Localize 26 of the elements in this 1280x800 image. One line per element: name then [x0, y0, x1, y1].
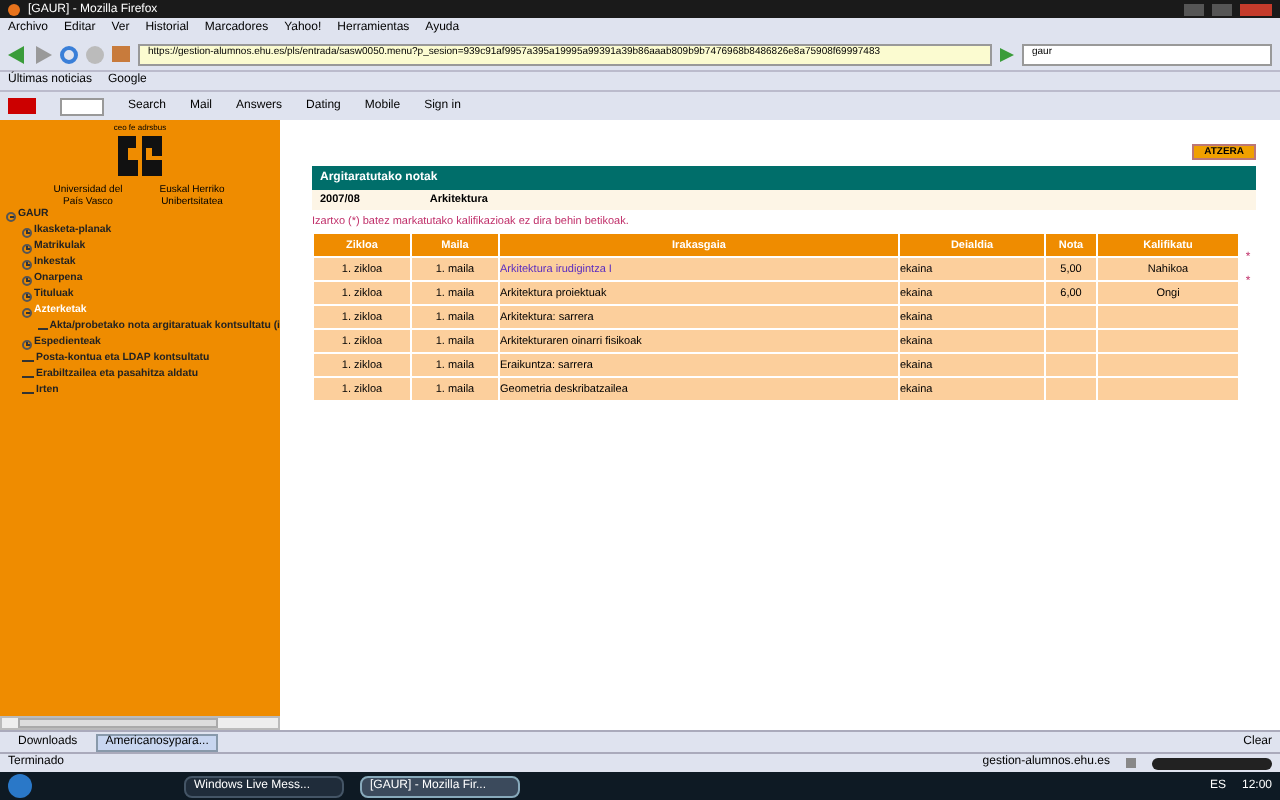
table-cell: [1098, 330, 1238, 353]
table-cell: [1098, 378, 1238, 401]
table-cell: [1098, 306, 1238, 329]
minimize-button[interactable]: [1184, 3, 1204, 15]
expand-icon[interactable]: [22, 291, 32, 301]
expand-icon[interactable]: [22, 227, 32, 237]
close-button[interactable]: [1240, 3, 1272, 15]
go-icon[interactable]: [1000, 47, 1014, 61]
yahoo-search-field[interactable]: [60, 97, 104, 115]
table-cell: [1046, 306, 1096, 329]
reload-icon[interactable]: [60, 45, 78, 63]
back-icon[interactable]: [8, 45, 26, 63]
table-cell: [1046, 354, 1096, 377]
start-button[interactable]: [8, 774, 32, 798]
expand-icon[interactable]: [22, 259, 32, 269]
collapse-icon[interactable]: [22, 307, 32, 317]
horizontal-scrollbar[interactable]: [0, 716, 280, 730]
forward-icon[interactable]: [34, 45, 52, 63]
expand-icon[interactable]: [22, 275, 32, 285]
expand-icon[interactable]: [22, 339, 32, 349]
table-cell: [1046, 330, 1096, 353]
table-cell: [1046, 378, 1096, 401]
maximize-button[interactable]: [1212, 3, 1232, 15]
collapse-icon[interactable]: [6, 211, 16, 221]
table-cell: [1098, 354, 1238, 377]
expand-icon[interactable]: [22, 243, 32, 253]
